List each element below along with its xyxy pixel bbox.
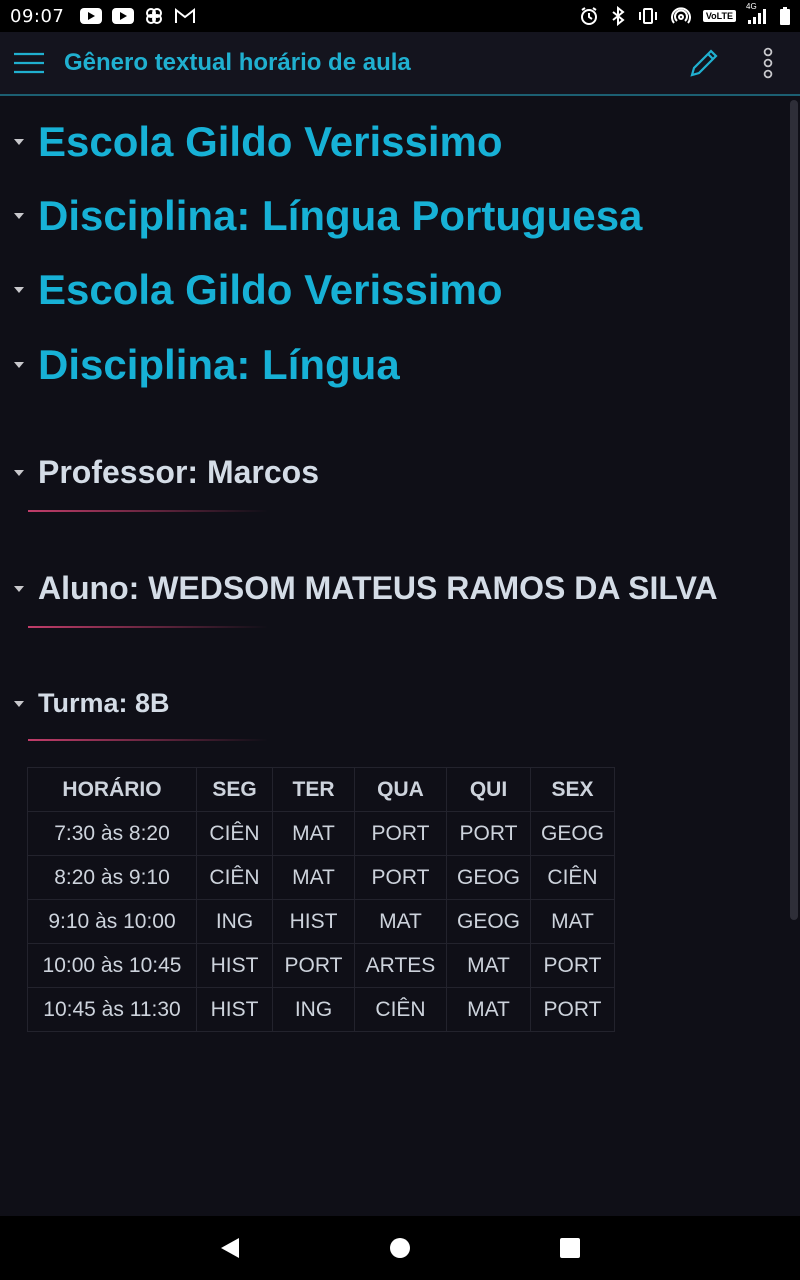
heading-text: Disciplina: Língua Portuguesa: [38, 192, 643, 239]
table-cell: CIÊN: [196, 855, 273, 900]
table-row: 10:45 às 11:30 HIST ING CIÊN MAT PORT: [27, 987, 615, 1032]
column-header: HORÁRIO: [27, 767, 197, 812]
pencil-icon: [690, 49, 718, 77]
heading-text: Turma: 8B: [38, 688, 170, 718]
battery-icon: [780, 7, 790, 25]
status-time: 09:07: [10, 5, 65, 27]
heading-text: Professor: Marcos: [38, 454, 319, 490]
collapse-caret-icon[interactable]: [0, 362, 38, 368]
recents-square-icon: [560, 1238, 580, 1258]
table-cell: PORT: [272, 943, 355, 988]
collapse-caret-icon[interactable]: [0, 139, 38, 145]
table-cell: ARTES: [354, 943, 447, 988]
table-row: 7:30 às 8:20 CIÊN MAT PORT PORT GEOG: [27, 811, 615, 856]
table-cell: CIÊN: [530, 855, 615, 900]
home-circle-icon: [390, 1238, 410, 1258]
status-bar: 09:07 VoLTE 4G: [0, 0, 800, 32]
scrollbar[interactable]: [790, 100, 798, 920]
heading-school[interactable]: Escola Gildo Verissimo: [0, 266, 503, 314]
table-row: 9:10 às 10:00 ING HIST MAT GEOG MAT: [27, 899, 615, 944]
collapse-caret-icon[interactable]: [0, 287, 38, 293]
more-options-button[interactable]: [736, 31, 800, 95]
vibrate-icon: [637, 7, 659, 25]
hotspot-icon: [670, 6, 691, 26]
table-cell: PORT: [530, 987, 615, 1032]
table-cell: MAT: [530, 899, 615, 944]
table-cell: MAT: [446, 943, 531, 988]
table-cell: PORT: [446, 811, 531, 856]
heading-text: Escola Gildo Verissimo: [38, 118, 503, 165]
heading-text: Aluno: WEDSOM MATEUS RAMOS DA SILVA: [38, 570, 718, 606]
table-header-row: HORÁRIO SEG TER QUA QUI SEX: [27, 767, 615, 812]
table-cell: 10:45 às 11:30: [27, 987, 197, 1032]
table-cell: PORT: [354, 811, 447, 856]
column-header: QUI: [446, 767, 531, 812]
column-header: SEG: [196, 767, 273, 812]
table-cell: MAT: [272, 855, 355, 900]
schedule-table: HORÁRIO SEG TER QUA QUI SEX 7:30 às 8:20…: [27, 767, 615, 1032]
pinwheel-icon: [144, 6, 164, 26]
menu-button[interactable]: [0, 31, 58, 95]
table-cell: MAT: [354, 899, 447, 944]
table-cell: HIST: [196, 943, 273, 988]
table-row: 8:20 às 9:10 CIÊN MAT PORT GEOG CIÊN: [27, 855, 615, 900]
heading-student[interactable]: Aluno: WEDSOM MATEUS RAMOS DA SILVA: [0, 570, 718, 607]
heading-subject[interactable]: Disciplina: Língua: [0, 341, 400, 389]
table-cell: HIST: [272, 899, 355, 944]
recents-button[interactable]: [485, 1216, 655, 1280]
table-cell: 8:20 às 9:10: [27, 855, 197, 900]
collapse-caret-icon[interactable]: [0, 700, 38, 707]
table-cell: CIÊN: [196, 811, 273, 856]
heading-divider: [28, 510, 268, 512]
collapse-caret-icon[interactable]: [0, 585, 38, 592]
bluetooth-icon: [611, 6, 625, 26]
table-cell: PORT: [354, 855, 447, 900]
column-header: SEX: [530, 767, 615, 812]
page-title: Gênero textual horário de aula: [64, 49, 411, 76]
document-content: Escola Gildo Verissimo Disciplina: Língu…: [0, 98, 800, 1216]
table-cell: PORT: [530, 943, 615, 988]
heading-text: Disciplina: Língua: [38, 341, 400, 388]
heading-class[interactable]: Turma: 8B: [0, 688, 170, 719]
table-row: 10:00 às 10:45 HIST PORT ARTES MAT PORT: [27, 943, 615, 988]
collapse-caret-icon[interactable]: [0, 469, 38, 476]
table-cell: ING: [196, 899, 273, 944]
table-cell: 10:00 às 10:45: [27, 943, 197, 988]
back-button[interactable]: [145, 1216, 315, 1280]
heading-teacher[interactable]: Professor: Marcos: [0, 454, 319, 491]
table-cell: 9:10 às 10:00: [27, 899, 197, 944]
more-vertical-icon: [763, 47, 773, 79]
heading-text: Escola Gildo Verissimo: [38, 266, 503, 313]
hamburger-icon: [14, 52, 44, 74]
table-cell: GEOG: [530, 811, 615, 856]
heading-subject[interactable]: Disciplina: Língua Portuguesa: [0, 192, 642, 240]
app-bar: Gênero textual horário de aula: [0, 32, 800, 96]
youtube-icon: [80, 8, 103, 24]
table-cell: MAT: [272, 811, 355, 856]
table-cell: CIÊN: [354, 987, 447, 1032]
collapse-caret-icon[interactable]: [0, 213, 38, 219]
table-cell: MAT: [446, 987, 531, 1032]
youtube-icon: [112, 8, 135, 24]
alarm-icon: [579, 6, 599, 26]
home-button[interactable]: [315, 1216, 485, 1280]
table-cell: HIST: [196, 987, 273, 1032]
back-triangle-icon: [221, 1238, 239, 1258]
column-header: TER: [272, 767, 355, 812]
heading-divider: [28, 739, 268, 741]
heading-divider: [28, 626, 268, 628]
gmail-icon: [174, 7, 196, 25]
signal-icon: 4G: [746, 2, 768, 24]
volte-badge: VoLTE: [702, 10, 736, 22]
heading-school[interactable]: Escola Gildo Verissimo: [0, 118, 503, 166]
edit-button[interactable]: [672, 31, 736, 95]
table-cell: 7:30 às 8:20: [27, 811, 197, 856]
column-header: QUA: [354, 767, 447, 812]
table-cell: ING: [272, 987, 355, 1032]
table-cell: GEOG: [446, 899, 531, 944]
table-cell: GEOG: [446, 855, 531, 900]
system-nav-bar: [0, 1216, 800, 1280]
